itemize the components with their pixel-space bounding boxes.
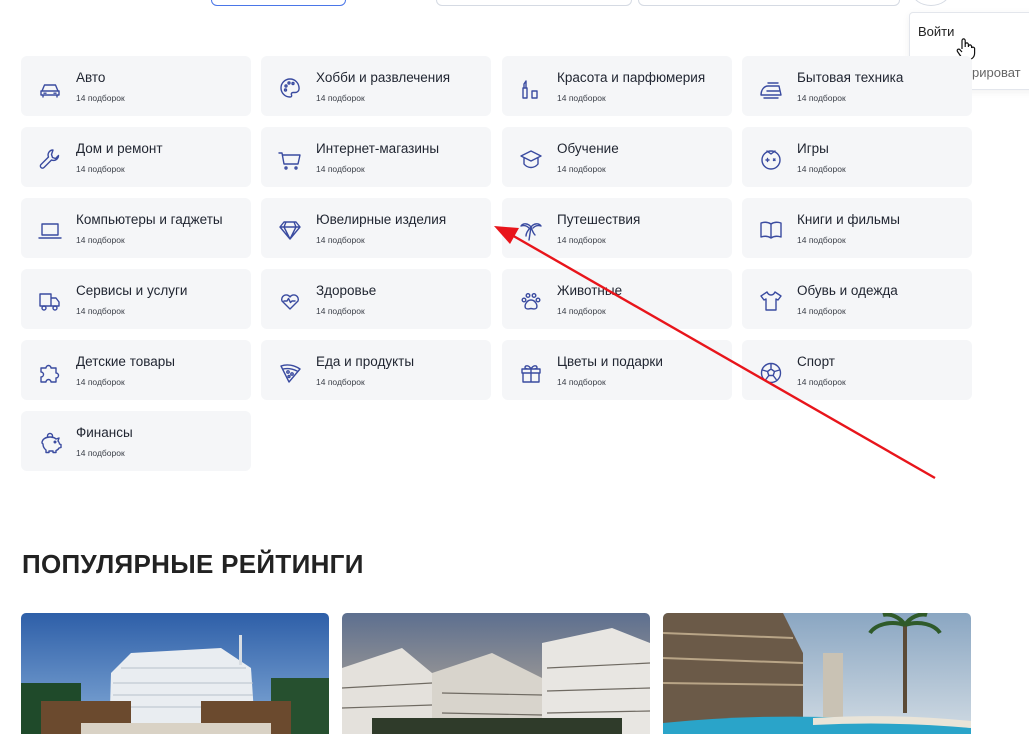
category-count: 14 подборок	[797, 235, 846, 245]
category-card-auto[interactable]: Авто 14 подборок	[21, 56, 251, 116]
gift-icon	[518, 359, 544, 385]
category-count: 14 подборок	[797, 164, 846, 174]
category-title: Книги и фильмы	[797, 212, 900, 227]
category-card-games[interactable]: Игры 14 подборок	[742, 127, 972, 187]
puzzle-icon	[37, 359, 63, 385]
category-card-health[interactable]: Здоровье 14 подборок	[261, 269, 491, 329]
category-card-education[interactable]: Обучение 14 подборок	[502, 127, 732, 187]
category-card-beauty[interactable]: Красота и парфюмерия 14 подборок	[502, 56, 732, 116]
category-count: 14 подборок	[557, 93, 606, 103]
category-count: 14 подборок	[76, 377, 125, 387]
category-title: Бытовая техника	[797, 70, 904, 85]
category-count: 14 подборок	[76, 93, 125, 103]
category-title: Интернет-магазины	[316, 141, 440, 156]
category-title: Еда и продукты	[316, 354, 415, 369]
piggy-bank-icon	[37, 430, 63, 456]
truck-icon	[37, 288, 63, 314]
category-count: 14 подборок	[316, 377, 365, 387]
car-icon	[37, 75, 63, 101]
category-card-sport[interactable]: Спорт 14 подборок	[742, 340, 972, 400]
header-button[interactable]	[211, 0, 346, 6]
wrench-icon	[37, 146, 63, 172]
category-card-jewelry[interactable]: Ювелирные изделия 14 подборок	[261, 198, 491, 258]
category-card-food[interactable]: Еда и продукты 14 подборок	[261, 340, 491, 400]
rating-card-image[interactable]	[663, 613, 971, 734]
category-title: Спорт	[797, 354, 835, 369]
cart-icon	[277, 146, 303, 172]
category-count: 14 подборок	[316, 164, 365, 174]
palette-icon	[277, 75, 303, 101]
category-count: 14 подборок	[797, 377, 846, 387]
category-card-computers[interactable]: Компьютеры и гаджеты 14 подборок	[21, 198, 251, 258]
category-title: Сервисы и услуги	[76, 283, 188, 298]
category-count: 14 подборок	[557, 164, 606, 174]
diamond-icon	[277, 217, 303, 243]
category-count: 14 подборок	[316, 235, 365, 245]
category-card-services[interactable]: Сервисы и услуги 14 подборок	[21, 269, 251, 329]
category-title: Дом и ремонт	[76, 141, 163, 156]
popular-ratings-title: ПОПУЛЯРНЫЕ РЕЙТИНГИ	[22, 549, 364, 579]
iron-icon	[758, 75, 784, 101]
header-search-field[interactable]	[638, 0, 900, 6]
category-title: Животные	[557, 283, 623, 298]
lipstick-icon	[518, 75, 544, 101]
category-title: Компьютеры и гаджеты	[76, 212, 223, 227]
category-card-finance[interactable]: Финансы 14 подборок	[21, 411, 251, 471]
category-card-home[interactable]: Дом и ремонт 14 подборок	[21, 127, 251, 187]
category-title: Цветы и подарки	[557, 354, 663, 369]
category-card-online-shops[interactable]: Интернет-магазины 14 подборок	[261, 127, 491, 187]
category-count: 14 подборок	[76, 448, 125, 458]
category-title: Ювелирные изделия	[316, 212, 447, 227]
category-count: 14 подборок	[797, 93, 846, 103]
category-card-clothing[interactable]: Обувь и одежда 14 подборок	[742, 269, 972, 329]
category-count: 14 подборок	[76, 235, 125, 245]
category-count: 14 подборок	[316, 93, 365, 103]
heart-pulse-icon	[277, 288, 303, 314]
category-card-appliances[interactable]: Бытовая техника 14 подборок	[742, 56, 972, 116]
login-link[interactable]: Войти	[918, 24, 954, 39]
category-card-gifts[interactable]: Цветы и подарки 14 подборок	[502, 340, 732, 400]
category-count: 14 подборок	[797, 306, 846, 316]
header-field[interactable]	[436, 0, 632, 6]
rating-card-image[interactable]	[21, 613, 329, 734]
ball-icon	[758, 359, 784, 385]
book-icon	[758, 217, 784, 243]
category-title: Здоровье	[316, 283, 377, 298]
category-count: 14 подборок	[557, 306, 606, 316]
laptop-icon	[37, 217, 63, 243]
graduation-cap-icon	[518, 146, 544, 172]
rating-card-image[interactable]	[342, 613, 650, 734]
category-count: 14 подборок	[76, 164, 125, 174]
category-count: 14 подборок	[316, 306, 365, 316]
category-count: 14 подборок	[557, 235, 606, 245]
category-title: Обучение	[557, 141, 619, 156]
paw-icon	[518, 288, 544, 314]
category-title: Игры	[797, 141, 829, 156]
pizza-icon	[277, 359, 303, 385]
header-remnant	[0, 0, 1029, 8]
profile-button[interactable]	[912, 0, 950, 6]
tshirt-icon	[758, 288, 784, 314]
category-title: Путешествия	[557, 212, 641, 227]
category-title: Детские товары	[76, 354, 175, 369]
category-title: Авто	[76, 70, 106, 85]
category-card-kids[interactable]: Детские товары 14 подборок	[21, 340, 251, 400]
gamepad-icon	[758, 146, 784, 172]
category-count: 14 подборок	[76, 306, 125, 316]
category-title: Красота и парфюмерия	[557, 70, 706, 85]
category-card-travel[interactable]: Путешествия 14 подборок	[502, 198, 732, 258]
category-card-hobby[interactable]: Хобби и развлечения 14 подборок	[261, 56, 491, 116]
category-title: Обувь и одежда	[797, 283, 898, 298]
category-card-books[interactable]: Книги и фильмы 14 подборок	[742, 198, 972, 258]
category-count: 14 подборок	[557, 377, 606, 387]
category-title: Хобби и развлечения	[316, 70, 451, 85]
palm-tree-icon	[518, 217, 544, 243]
category-title: Финансы	[76, 425, 133, 440]
category-card-animals[interactable]: Животные 14 подборок	[502, 269, 732, 329]
